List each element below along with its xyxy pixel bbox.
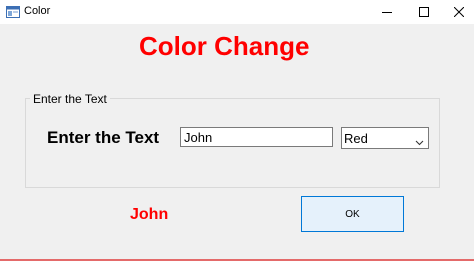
title-bar[interactable]: Color [0, 0, 474, 24]
form-window-icon [6, 5, 20, 18]
group-box-caption: Enter the Text [30, 92, 110, 106]
close-icon [454, 7, 464, 17]
ok-button[interactable]: OK [301, 196, 404, 232]
color-select[interactable]: Red [341, 127, 429, 149]
text-input[interactable] [180, 127, 333, 147]
maximize-icon [419, 7, 429, 17]
maximize-button[interactable] [409, 0, 439, 24]
chevron-down-icon [415, 134, 424, 146]
minimize-icon [382, 12, 392, 13]
minimize-button[interactable] [372, 0, 402, 24]
app-window: Color Color Change Enter the Text Enter … [0, 0, 474, 261]
page-title: Color Change [139, 31, 310, 61]
close-button[interactable] [444, 0, 474, 24]
window-title: Color [24, 5, 51, 17]
enter-text-label: Enter the Text [47, 128, 160, 147]
result-label: John [130, 206, 169, 223]
color-select-value: Red [344, 131, 368, 146]
